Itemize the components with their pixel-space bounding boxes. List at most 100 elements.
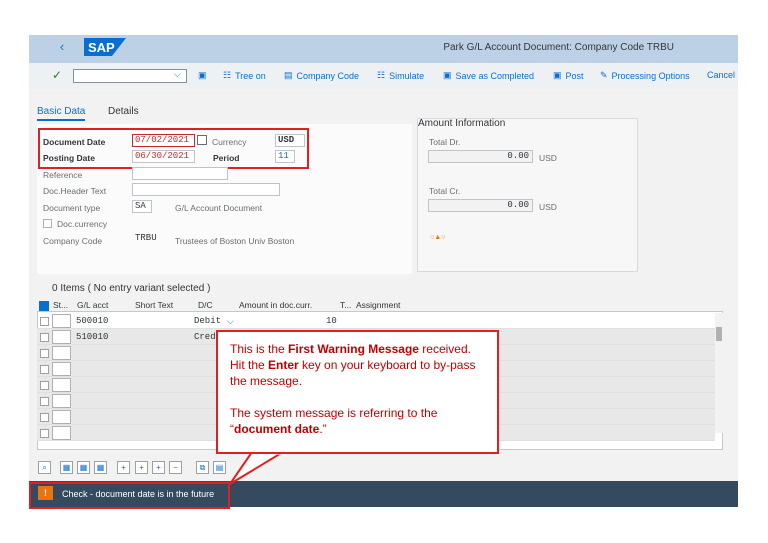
document-type-desc: G/L Account Document — [175, 203, 263, 213]
back-icon[interactable]: ‹ — [55, 40, 69, 54]
table-settings-icon[interactable] — [39, 301, 49, 311]
traffic-light-icon: ○▲○ — [430, 234, 446, 241]
reference-label: Reference — [43, 170, 83, 180]
company-code-label: Company Code — [296, 70, 360, 81]
row-checkbox[interactable] — [40, 429, 49, 438]
scrollbar-thumb[interactable] — [716, 327, 722, 341]
add-row-icon[interactable]: + — [117, 461, 130, 474]
processing-options-button[interactable]: ✎ Processing Options — [600, 70, 690, 81]
company-code-button[interactable]: ▤ Company Code — [284, 70, 359, 81]
callout-pointer — [229, 452, 285, 485]
row-status-cell[interactable] — [52, 330, 71, 344]
callout-paragraph-1: This is the First Warning Message receiv… — [230, 342, 476, 388]
items-title: 0 Items ( No entry variant selected ) — [52, 283, 211, 294]
col-short-text[interactable]: Short Text — [135, 300, 173, 310]
save-completed-label: Save as Completed — [455, 70, 535, 81]
col-gl-acct[interactable]: G/L acct — [77, 300, 108, 310]
header-text-field[interactable] — [132, 183, 280, 196]
col-status[interactable]: St... — [53, 300, 68, 310]
select-all-icon[interactable]: ▦ — [60, 461, 73, 474]
amount-title: Amount Information — [418, 118, 506, 129]
add-rows-icon[interactable]: + — [135, 461, 148, 474]
row-checkbox[interactable] — [40, 381, 49, 390]
warning-icon: ! — [38, 486, 53, 500]
col-dc[interactable]: D/C — [198, 300, 213, 310]
total-cr-label: Total Cr. — [429, 186, 461, 196]
total-cr-field: 0.00 — [428, 199, 533, 212]
row-status-cell[interactable] — [52, 394, 71, 408]
doc-currency-checkbox[interactable] — [43, 219, 52, 228]
simulate-label: Simulate — [389, 70, 425, 81]
pencil-icon: ✎ — [600, 70, 608, 80]
tree-on-label: Tree on — [235, 70, 266, 81]
row1-dc[interactable]: Debit — [194, 316, 221, 326]
row1-amount[interactable]: 10 — [326, 316, 337, 326]
col-assignment[interactable]: Assignment — [356, 300, 400, 310]
row-status-cell[interactable] — [52, 362, 71, 376]
post-icon: ▣ — [553, 70, 562, 80]
post-label: Post — [565, 70, 584, 81]
save-icon: ▣ — [443, 70, 452, 80]
row-checkbox[interactable] — [40, 365, 49, 374]
simulate-button[interactable]: ☷ Simulate — [377, 70, 424, 81]
row-checkbox[interactable] — [40, 317, 49, 326]
document-type-field[interactable]: SA — [132, 200, 152, 213]
company-code-field: TRBU — [135, 233, 157, 243]
reference-field[interactable] — [132, 167, 228, 180]
paste-icon[interactable]: ▤ — [213, 461, 226, 474]
row-checkbox[interactable] — [40, 397, 49, 406]
company-icon: ▤ — [284, 70, 293, 80]
logo-text: SAP — [88, 40, 115, 55]
delete-row-icon[interactable]: − — [169, 461, 182, 474]
row-status-cell[interactable] — [52, 426, 71, 440]
highlight-box-dates — [38, 128, 309, 169]
processing-options-label: Processing Options — [611, 70, 690, 81]
row-checkbox[interactable] — [40, 413, 49, 422]
header-text-label: Doc.Header Text — [43, 186, 107, 196]
copy-icon[interactable]: ⧉ — [196, 461, 209, 474]
add-more-icon[interactable]: + — [152, 461, 165, 474]
tree-on-button[interactable]: ☷ Tree on — [223, 70, 266, 81]
status-message[interactable]: Check - document date is in the future — [62, 489, 214, 499]
row2-gl[interactable]: 510010 — [76, 332, 108, 342]
total-dr-label: Total Dr. — [429, 137, 461, 147]
company-code-desc: Trustees of Boston Univ Boston — [175, 236, 295, 246]
save-icon[interactable]: ▣ — [198, 70, 207, 81]
cancel-label: Cancel — [707, 70, 736, 80]
row-checkbox[interactable] — [40, 349, 49, 358]
col-amount[interactable]: Amount in doc.curr. — [239, 300, 312, 310]
row-status-cell[interactable] — [52, 314, 71, 328]
simulate-icon: ☷ — [377, 70, 386, 80]
tree-icon: ☷ — [223, 70, 232, 80]
checkmark-icon[interactable]: ✓ — [52, 68, 62, 82]
total-dr-currency: USD — [539, 153, 557, 163]
sap-logo: SAP — [84, 38, 126, 56]
total-cr-currency: USD — [539, 202, 557, 212]
post-button[interactable]: ▣ Post — [553, 70, 584, 81]
page-title: Park G/L Account Document: Company Code … — [443, 42, 674, 53]
cancel-button[interactable]: Cancel — [707, 70, 735, 80]
tab-details[interactable]: Details — [108, 106, 139, 117]
doc-currency-label: Doc.currency — [57, 219, 108, 229]
save-completed-button[interactable]: ▣ Save as Completed — [443, 70, 534, 81]
callout-paragraph-2: The system message is referring to the “… — [230, 406, 438, 436]
document-type-label: Document type — [43, 203, 101, 213]
tab-basic-data[interactable]: Basic Data — [37, 106, 86, 121]
row1-gl[interactable]: 500010 — [76, 316, 108, 326]
deselect-icon[interactable]: ▦ — [94, 461, 107, 474]
row-status-cell[interactable] — [52, 346, 71, 360]
company-code-label: Company Code — [43, 236, 103, 246]
col-tax[interactable]: T... — [340, 300, 351, 310]
row2-dc[interactable]: Cred — [194, 332, 216, 342]
command-field[interactable] — [73, 69, 187, 83]
total-dr-field: 0.00 — [428, 150, 533, 163]
row-checkbox[interactable] — [40, 333, 49, 342]
chevron-down-icon[interactable]: ⌵ — [174, 69, 181, 80]
chevron-down-icon[interactable]: ⌵ — [227, 316, 234, 327]
select-block-icon[interactable]: ▦ — [77, 461, 90, 474]
row-status-cell[interactable] — [52, 378, 71, 392]
row-status-cell[interactable] — [52, 410, 71, 424]
search-icon[interactable]: ⌕ — [38, 461, 51, 474]
instruction-callout: This is the First Warning Message receiv… — [216, 330, 499, 454]
table-row[interactable] — [37, 313, 715, 329]
